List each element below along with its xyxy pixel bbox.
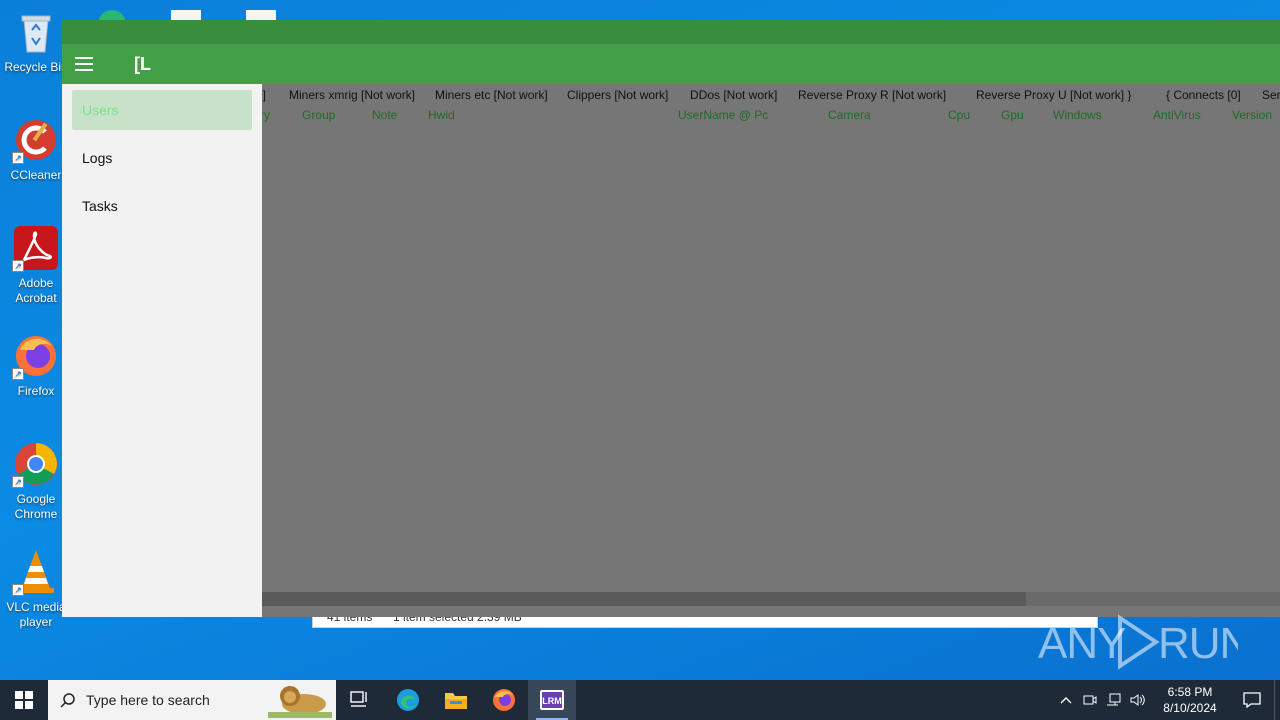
recycle-bin-icon — [12, 8, 60, 56]
taskbar-search-box[interactable]: Type here to search — [48, 680, 336, 720]
firefox-icon: ↗ — [12, 332, 60, 380]
taskbar-lrm-app-button[interactable]: LRM — [528, 680, 576, 720]
desktop-icon-recycle-bin[interactable]: Recycle Bin — [2, 8, 70, 75]
lrm-app-label: LRM — [542, 696, 562, 706]
notification-center-button[interactable] — [1230, 680, 1274, 720]
drawer-item-logs[interactable]: Logs — [72, 138, 252, 178]
desktop-icon-label: Adobe Acrobat — [15, 276, 57, 305]
column-header-connects[interactable]: { Connects [0] — [1166, 88, 1241, 102]
column-header-reverse-proxy-r[interactable]: Reverse Proxy R [Not work] — [798, 88, 946, 102]
desktop-icon-label: Google Chrome — [14, 492, 58, 521]
shortcut-arrow-icon: ↗ — [12, 368, 24, 380]
google-chrome-icon: ↗ — [12, 440, 60, 488]
ccleaner-icon: ↗ — [12, 116, 60, 164]
desktop-icon-label: Firefox — [17, 384, 55, 398]
column-header-clippers[interactable]: Clippers [Not work] — [567, 88, 668, 102]
task-view-icon — [350, 691, 367, 707]
shortcut-arrow-icon: ↗ — [12, 584, 24, 596]
search-highlight-lion-icon — [268, 686, 332, 718]
drawer-item-users[interactable]: Users — [72, 90, 252, 130]
sub-column-header-group[interactable]: Group — [302, 108, 335, 122]
sub-column-header-hwid[interactable]: Hwid — [428, 108, 455, 122]
sub-column-header-gpu[interactable]: Gpu — [1001, 108, 1024, 122]
navigation-drawer: Users Logs Tasks — [62, 84, 262, 617]
desktop-icon-label: Recycle Bin — [4, 60, 68, 74]
column-header-miners-xmrig[interactable]: Miners xmrig [Not work] — [289, 88, 415, 102]
shortcut-arrow-icon: ↗ — [12, 152, 24, 164]
windows-logo-icon — [15, 691, 33, 709]
hamburger-menu-icon[interactable] — [62, 44, 106, 84]
firefox-icon — [493, 689, 515, 711]
adobe-acrobat-icon: ↗ — [12, 224, 60, 272]
drawer-item-label: Tasks — [82, 198, 118, 214]
search-placeholder: Type here to search — [86, 692, 210, 708]
column-header-miners-etc[interactable]: Miners etc [Not work] — [435, 88, 548, 102]
sub-column-header-username[interactable]: UserName @ Pc — [678, 108, 768, 122]
svg-text:RUN: RUN — [1158, 619, 1238, 668]
volume-icon[interactable] — [1126, 680, 1150, 720]
taskbar-edge-button[interactable] — [384, 680, 432, 720]
clock-time: 6:58 PM — [1167, 685, 1213, 699]
horizontal-scrollbar-thumb[interactable] — [262, 592, 1026, 606]
search-icon — [60, 693, 75, 708]
sub-column-header-cpu[interactable]: Cpu — [948, 108, 970, 122]
show-desktop-button[interactable] — [1274, 680, 1280, 720]
sub-column-header-version[interactable]: Version — [1232, 108, 1272, 122]
network-icon[interactable] — [1102, 680, 1126, 720]
anyrun-watermark: ANY RUN — [1038, 610, 1238, 674]
desktop-icon-label: CCleaner — [10, 168, 62, 182]
desktop-icon-vlc[interactable]: ↗ VLC media player — [2, 548, 70, 630]
sub-column-header-antivirus[interactable]: AntiVirus — [1153, 108, 1201, 122]
tray-meet-icon[interactable] — [1078, 680, 1102, 720]
vlc-icon: ↗ — [12, 548, 60, 596]
column-header-ddos[interactable]: DDos [Not work] — [690, 88, 777, 102]
app-titlebar[interactable] — [62, 20, 1280, 44]
lrm-app-icon: LRM — [540, 690, 564, 710]
drawer-item-label: Logs — [82, 150, 113, 166]
sub-column-header-windows[interactable]: Windows — [1053, 108, 1102, 122]
start-button[interactable] — [0, 680, 48, 720]
column-header-ser[interactable]: Ser — [1262, 88, 1280, 102]
taskbar: Type here to search LRM 6:58 PM 8/10/202… — [0, 680, 1280, 720]
tray-overflow-chevron-icon[interactable] — [1054, 680, 1078, 720]
taskbar-file-explorer-button[interactable] — [432, 680, 480, 720]
sub-column-header-camera[interactable]: Camera — [828, 108, 871, 122]
folder-icon — [445, 693, 467, 709]
desktop-icon-label: VLC media player — [6, 600, 66, 629]
horizontal-scrollbar[interactable] — [262, 592, 1280, 606]
svg-text:ANY: ANY — [1038, 619, 1126, 668]
taskbar-clock[interactable]: 6:58 PM 8/10/2024 — [1150, 684, 1230, 716]
drawer-item-tasks[interactable]: Tasks — [72, 186, 252, 226]
shortcut-arrow-icon: ↗ — [12, 260, 24, 272]
app-window: [L 0] Miners xmrig [Not work] Miners etc… — [62, 20, 1280, 617]
clock-date: 8/10/2024 — [1163, 701, 1217, 715]
desktop-icon-firefox[interactable]: ↗ Firefox — [2, 332, 70, 399]
desktop-icon-ccleaner[interactable]: ↗ CCleaner — [2, 116, 70, 183]
notification-icon — [1243, 692, 1261, 708]
app-title: [L — [134, 53, 151, 74]
drawer-item-label: Users — [82, 102, 119, 118]
column-header-reverse-proxy-u[interactable]: Reverse Proxy U [Not work] } — [976, 88, 1131, 102]
edge-icon — [397, 689, 419, 711]
desktop-icon-adobe-acrobat[interactable]: ↗ Adobe Acrobat — [2, 224, 70, 306]
app-header: [L — [62, 44, 1280, 84]
system-tray: 6:58 PM 8/10/2024 — [1054, 680, 1280, 720]
task-view-button[interactable] — [336, 680, 384, 720]
taskbar-firefox-button[interactable] — [480, 680, 528, 720]
sub-column-header-note[interactable]: Note — [372, 108, 397, 122]
shortcut-arrow-icon: ↗ — [12, 476, 24, 488]
desktop-icon-google-chrome[interactable]: ↗ Google Chrome — [2, 440, 70, 522]
